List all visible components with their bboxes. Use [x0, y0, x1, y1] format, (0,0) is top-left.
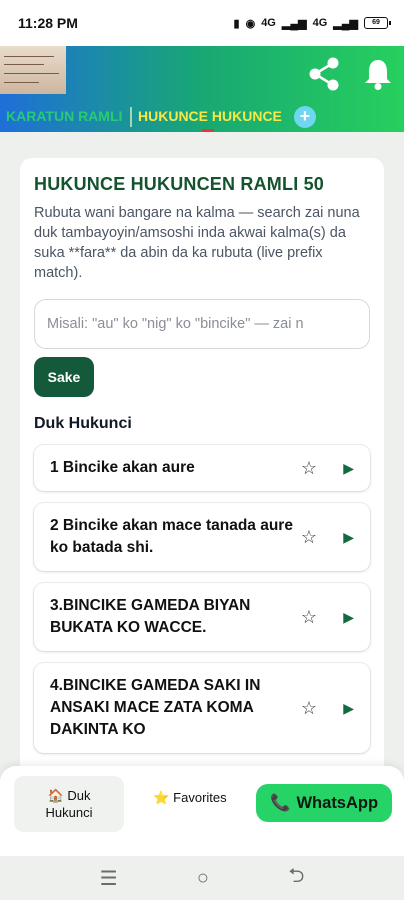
list-item[interactable]: 1 Bincike akan aure ☆ ▶ [34, 445, 370, 491]
back-icon[interactable]: ⮌ [288, 861, 304, 895]
list-header: Duk Hukunci [34, 415, 132, 432]
tab-hukunce-hukunce[interactable]: HUKUNCE HUKUNCE [132, 102, 290, 132]
nav-home-line2: Hukunci [45, 805, 93, 820]
reset-button[interactable]: Sake [34, 357, 94, 397]
signal-icon: ▂▄▆ [281, 17, 307, 30]
page-description: Rubuta wani bangare na kalma — search za… [34, 205, 360, 281]
home-icon: 🏠 [47, 788, 64, 803]
item-title: 4.BINCIKE GAMEDA SAKI IN ANSAKI MACE ZAT… [50, 677, 261, 738]
tab-bar: KARATUN RAMLI HUKUNCE HUKUNCE + [0, 102, 404, 132]
play-icon[interactable]: ▶ [324, 700, 354, 717]
whatsapp-label: WhatsApp [296, 793, 379, 812]
list-item[interactable]: 3.BINCIKE GAMEDA BIYAN BUKATA KO WACCE. … [34, 583, 370, 651]
main-card: HUKUNCE HUKUNCEN RAMLI 50 Rubuta wani ba… [20, 158, 384, 858]
signal-icon-2: ▂▄▆ [333, 17, 358, 30]
item-title: 3.BINCIKE GAMEDA BIYAN BUKATA KO WACCE. [50, 597, 251, 636]
star-icon: ⭐ [153, 790, 170, 805]
favorite-star-icon[interactable]: ☆ [294, 458, 324, 479]
system-nav-bar: ☰ ○ ⮌ [0, 856, 404, 900]
battery-icon: 69 [364, 17, 391, 29]
nav-home-line1: 🏠 Duk [47, 788, 91, 803]
list-item[interactable]: 4.BINCIKE GAMEDA SAKI IN ANSAKI MACE ZAT… [34, 663, 370, 753]
nav-all-rulings[interactable]: 🏠 Duk Hukunci [14, 776, 124, 832]
tab-karatun-ramli[interactable]: KARATUN RAMLI [0, 102, 130, 132]
items-list: 1 Bincike akan aure ☆ ▶ 2 Bincike akan m… [34, 445, 370, 753]
play-icon[interactable]: ▶ [324, 609, 354, 626]
page-title: HUKUNCE HUKUNCEN RAMLI 50 [34, 174, 325, 194]
item-title: 2 Bincike akan mace tanada aure ko batad… [50, 517, 293, 556]
search-input[interactable] [34, 299, 370, 349]
wifi-icon: ◉ [245, 17, 256, 30]
play-icon[interactable]: ▶ [324, 529, 354, 546]
bottom-nav: 🏠 Duk Hukunci ⭐ Favorites 📞 WhatsApp [0, 766, 404, 856]
status-bar: 11:28 PM ▮ ◉ 4G ▂▄▆ 4G ▂▄▆ 69 [0, 0, 404, 46]
vibrate-icon: ▮ [233, 17, 240, 30]
header-image [0, 46, 66, 94]
list-item[interactable]: 2 Bincike akan mace tanada aure ko batad… [34, 503, 370, 571]
phone-icon: 📞 [269, 793, 291, 812]
play-icon[interactable]: ▶ [324, 460, 354, 477]
status-icons: ▮ ◉ 4G ▂▄▆ 4G ▂▄▆ 69 [233, 17, 391, 30]
network-1: 4G [261, 17, 276, 29]
app-bar [0, 46, 404, 102]
bell-icon[interactable] [358, 54, 398, 94]
status-time: 11:28 PM [18, 15, 78, 31]
add-tab-icon[interactable]: + [293, 106, 316, 128]
item-title: 1 Bincike akan aure [50, 459, 195, 476]
favorite-star-icon[interactable]: ☆ [294, 607, 324, 628]
favorite-star-icon[interactable]: ☆ [294, 527, 324, 548]
recent-apps-icon[interactable]: ☰ [100, 866, 118, 891]
nav-favorites[interactable]: ⭐ Favorites [140, 790, 240, 806]
nav-favorites-label: Favorites [173, 790, 227, 805]
whatsapp-button[interactable]: 📞 WhatsApp [256, 784, 392, 822]
home-button-icon[interactable]: ○ [197, 867, 209, 890]
share-icon[interactable] [304, 54, 344, 94]
favorite-star-icon[interactable]: ☆ [294, 698, 324, 719]
network-2: 4G [312, 17, 328, 29]
